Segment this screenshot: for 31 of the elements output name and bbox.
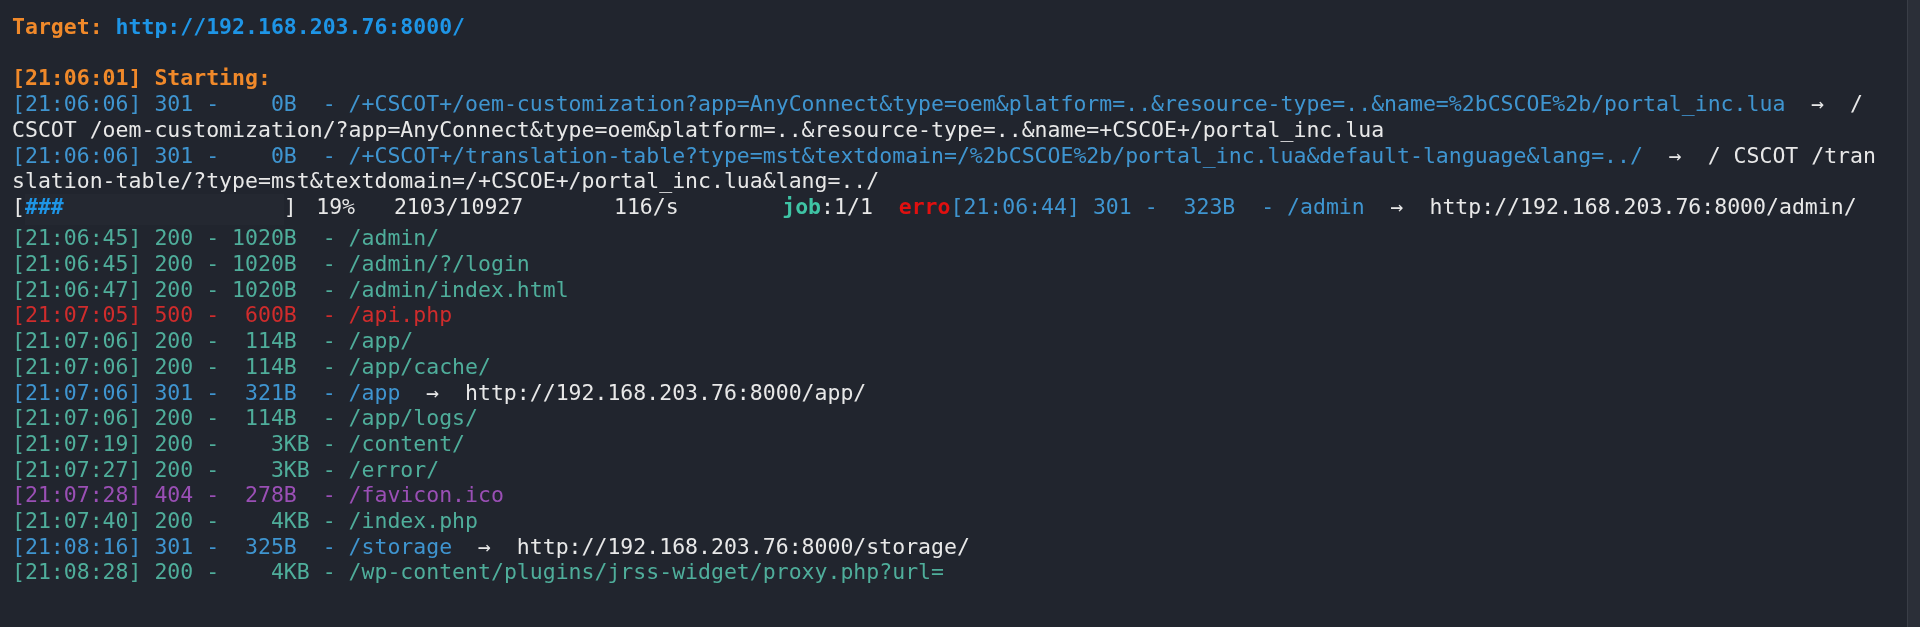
log-line: [21:07:40] 200 - 4KB - /index.php xyxy=(12,508,478,534)
redirect-target: → http://192.168.203.76:8000/admin/ xyxy=(1390,193,1857,219)
log-line: [21:07:28] 404 - 278B - /favicon.ico xyxy=(12,482,504,508)
target-label: Target: xyxy=(12,14,103,39)
progress-bracket: [ xyxy=(12,193,25,219)
progress-bracket: ] xyxy=(283,193,297,219)
log-line: [21:06:06] 301 - 0B - /+CSCOT+/translation-table?type=mst&textdomain=/%2bCSCOE%2b/portal_inc.lua&default-language&lang=../ → / CSCOT /translation-table/?type=mst&textdomain=/+CSCOE+/portal_inc.lua&lang=../ xyxy=(12,142,1876,194)
error-label: erro xyxy=(898,193,951,219)
redirect-target: → http://192.168.203.76:8000/storage/ xyxy=(478,533,970,559)
request-rate: 116/s xyxy=(613,193,679,219)
progress-percent: 19% xyxy=(316,193,356,219)
log-line: [21:07:27] 200 - 3KB - /error/ xyxy=(12,456,440,482)
log-line: [21:06:45] 200 - 1020B - /admin/?/login xyxy=(12,251,530,276)
redirect-target: → http://192.168.203.76:8000/app/ xyxy=(426,379,867,405)
target-url: http://192.168.203.76:8000/ xyxy=(115,14,466,39)
log-line: [21:06:06] 301 - 0B - /+CSCOT+/oem-customization?app=AnyConnect&type=oem&platform=..&resource-type=..&name=%2bCSCOE%2b/portal_inc.lua → / CSCOT /oem-customization/?app=AnyConnect&type=oem&platform=..&resource-type=..&name=+CSCOE+/portal_inc.lua xyxy=(12,91,1864,143)
log-line: [21:07:06] 200 - 114B - /app/cache/ xyxy=(12,353,491,379)
log-line: [21:07:19] 200 - 3KB - /content/ xyxy=(12,430,466,456)
log-line: [21:07:06] 200 - 114B - /app/ xyxy=(12,328,414,354)
log-line: [21:08:28] 200 - 4KB - /wp-content/plugins/jrss-widget/proxy.php?url= xyxy=(12,559,944,585)
progress-count: 2103/10927 xyxy=(393,193,524,219)
log-line: [21:06:47] 200 - 1020B - /admin/index.html xyxy=(12,276,569,302)
log-line: [21:06:45] 200 - 1020B - /admin/ xyxy=(12,225,440,251)
log-line: [21:07:06] 200 - 114B - /app/logs/ xyxy=(12,405,478,431)
progress-fill: ### xyxy=(24,193,65,220)
log-line: [21:06:44] 301 - 323B - /admin xyxy=(950,193,1365,219)
start-message: [21:06:01] Starting: xyxy=(12,65,271,91)
log-line: [21:07:06] 301 - 321B - /app xyxy=(12,379,401,405)
job-counter: job:1/1 xyxy=(782,193,873,219)
log-line: [21:08:16] 301 - 325B - /storage xyxy=(12,533,453,559)
log-line: [21:07:05] 500 - 600B - /api.php xyxy=(12,302,453,328)
